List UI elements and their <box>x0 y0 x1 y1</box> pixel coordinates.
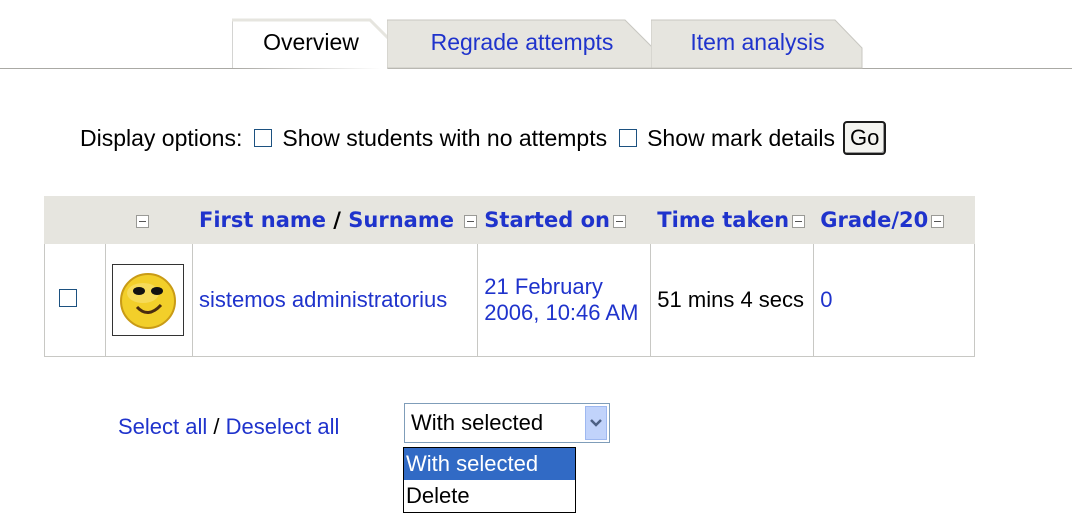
show-no-attempts-label: Show students with no attempts <box>282 124 608 151</box>
header-select-cell <box>44 196 106 244</box>
with-selected-dropdown[interactable]: With selected <box>404 403 610 443</box>
grade-link[interactable]: 0 <box>820 287 832 312</box>
show-mark-details-label: Show mark details <box>647 124 836 151</box>
select-all-link[interactable]: Select all <box>118 414 207 439</box>
attempt-started-link[interactable]: 21 February 2006, 10:46 AM <box>484 274 638 325</box>
collapse-time-icon[interactable] <box>792 214 806 228</box>
sort-started-on-link[interactable]: Started on <box>484 208 610 232</box>
sort-time-taken-link[interactable]: Time taken <box>657 208 789 232</box>
row-started-cell: 21 February 2006, 10:46 AM <box>477 243 652 357</box>
with-selected-value: With selected <box>411 410 544 435</box>
row-select-cell <box>44 243 106 357</box>
sort-surname-link[interactable]: Surname <box>348 208 454 232</box>
option-delete[interactable]: Delete <box>404 480 575 512</box>
collapse-picture-icon[interactable] <box>136 214 149 228</box>
header-name-cell: First name / Surname <box>191 196 479 244</box>
tab-label: Overview <box>263 29 359 55</box>
header-grade-cell: Grade/20 <box>813 196 976 244</box>
row-time-cell: 51 mins 4 secs <box>650 243 815 357</box>
select-links-separator: / <box>207 414 226 439</box>
time-taken-value: 51 mins 4 secs <box>657 287 805 312</box>
row-grade-cell: 0 <box>813 243 976 357</box>
with-selected-options-list: With selected Delete <box>403 447 576 513</box>
display-options-label: Display options: <box>80 124 243 151</box>
display-options-bar: Display options: Show students with no a… <box>80 120 887 156</box>
option-with-selected[interactable]: With selected <box>404 448 575 480</box>
header-name-separator: / <box>326 208 349 232</box>
sort-grade-link[interactable]: Grade/20 <box>820 208 928 232</box>
row-picture-cell <box>105 243 193 357</box>
header-time-cell: Time taken <box>650 196 815 244</box>
row-select-checkbox[interactable] <box>59 289 77 307</box>
show-mark-details-checkbox[interactable] <box>619 129 638 147</box>
deselect-all-link[interactable]: Deselect all <box>226 414 340 439</box>
table-header-row: First name / Surname Started on Time tak… <box>44 196 976 244</box>
smiley-avatar-icon <box>120 273 176 329</box>
tab-label: Item analysis <box>690 29 825 55</box>
attempts-table: First name / Surname Started on Time tak… <box>44 196 976 357</box>
chevron-down-glyph <box>590 419 602 427</box>
tab-label: Regrade attempts <box>430 29 614 55</box>
avatar[interactable] <box>112 264 184 336</box>
tab-overview[interactable]: Overview <box>232 16 390 69</box>
collapse-grade-icon[interactable] <box>931 214 945 228</box>
chevron-down-icon[interactable] <box>585 406 607 440</box>
select-links: Select all / Deselect all <box>118 414 339 440</box>
header-picture-cell <box>105 196 193 244</box>
collapse-name-icon[interactable] <box>464 214 478 228</box>
sort-first-name-link[interactable]: First name <box>199 208 326 232</box>
go-button[interactable]: Go <box>843 121 887 155</box>
header-started-cell: Started on <box>477 196 652 244</box>
tab-item-analysis[interactable]: Item analysis <box>651 16 864 69</box>
row-name-cell: sistemos administratorius <box>191 243 479 357</box>
student-name-link[interactable]: sistemos administratorius <box>199 287 447 312</box>
table-row: sistemos administratorius 21 February 20… <box>44 243 976 357</box>
collapse-started-icon[interactable] <box>613 214 626 228</box>
show-no-attempts-checkbox[interactable] <box>254 129 273 147</box>
tab-regrade-attempts[interactable]: Regrade attempts <box>387 16 657 69</box>
